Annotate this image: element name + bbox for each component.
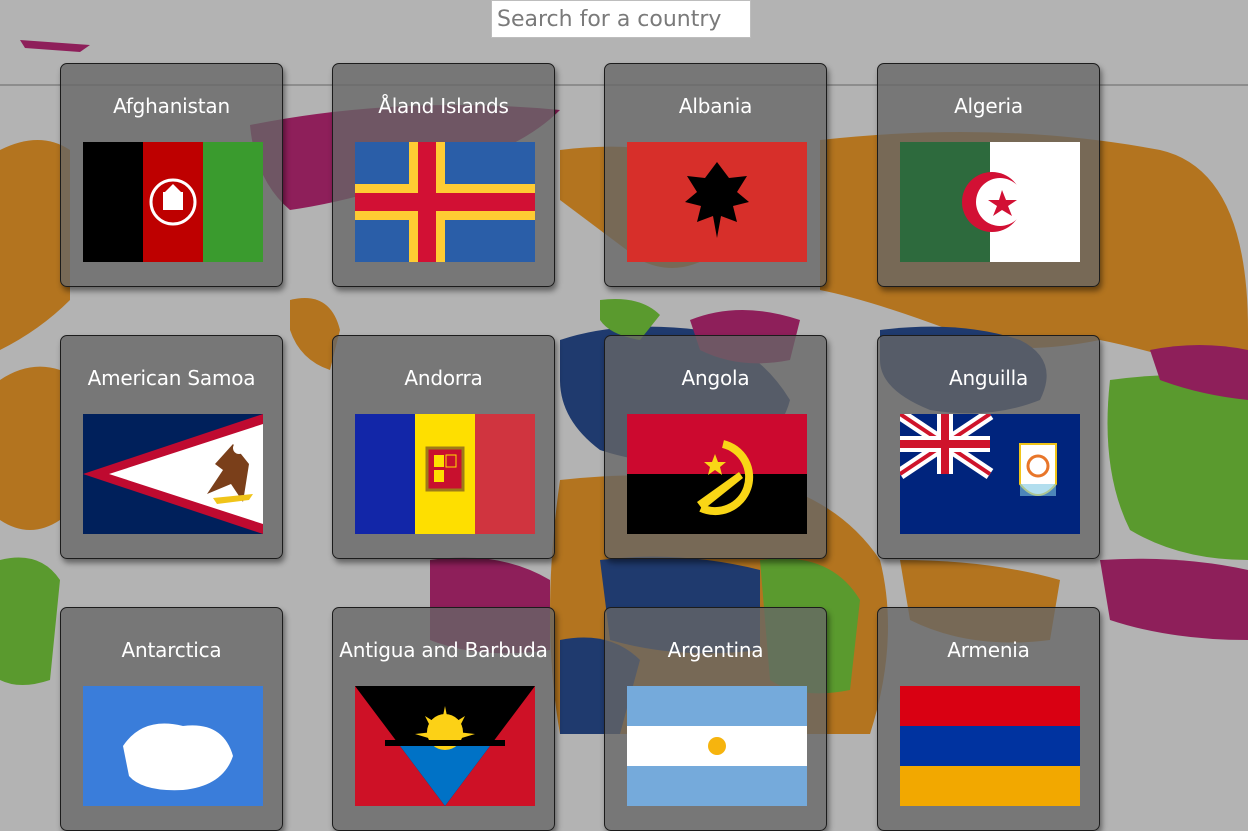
country-name: Algeria [954,94,1023,118]
country-card[interactable]: Antarctica [60,607,283,831]
country-name: Albania [678,94,753,118]
country-name: Armenia [947,638,1030,662]
country-search-input[interactable] [491,0,751,38]
aland-islands-flag [355,142,535,262]
country-name: Åland Islands [378,94,509,118]
argentina-flag [627,686,807,806]
andorra-flag [355,414,535,534]
antigua-and-barbuda-flag [355,686,535,806]
armenia-flag [900,686,1080,806]
country-card[interactable]: Anguilla [877,335,1100,559]
anguilla-flag [900,414,1080,534]
country-card[interactable]: Armenia [877,607,1100,831]
country-card[interactable]: Albania [604,63,827,287]
country-card[interactable]: Argentina [604,607,827,831]
country-name: Argentina [667,638,764,662]
country-card[interactable]: Andorra [332,335,555,559]
american-samoa-flag [83,414,263,534]
country-name: Andorra [404,366,483,390]
country-card[interactable]: Åland Islands [332,63,555,287]
country-name: Antarctica [121,638,222,662]
country-name: Angola [681,366,750,390]
afghanistan-flag [83,142,263,262]
country-card[interactable]: Angola [604,335,827,559]
country-card[interactable]: American Samoa [60,335,283,559]
albania-flag [627,142,807,262]
algeria-flag [900,142,1080,262]
angola-flag [627,414,807,534]
country-name: Antigua and Barbuda [339,638,548,662]
country-name: American Samoa [87,366,256,390]
country-name: Anguilla [948,366,1029,390]
country-card[interactable]: Antigua and Barbuda [332,607,555,831]
country-card[interactable]: Afghanistan [60,63,283,287]
country-name: Afghanistan [113,94,230,118]
country-card[interactable]: Algeria [877,63,1100,287]
antarctica-flag [83,686,263,806]
